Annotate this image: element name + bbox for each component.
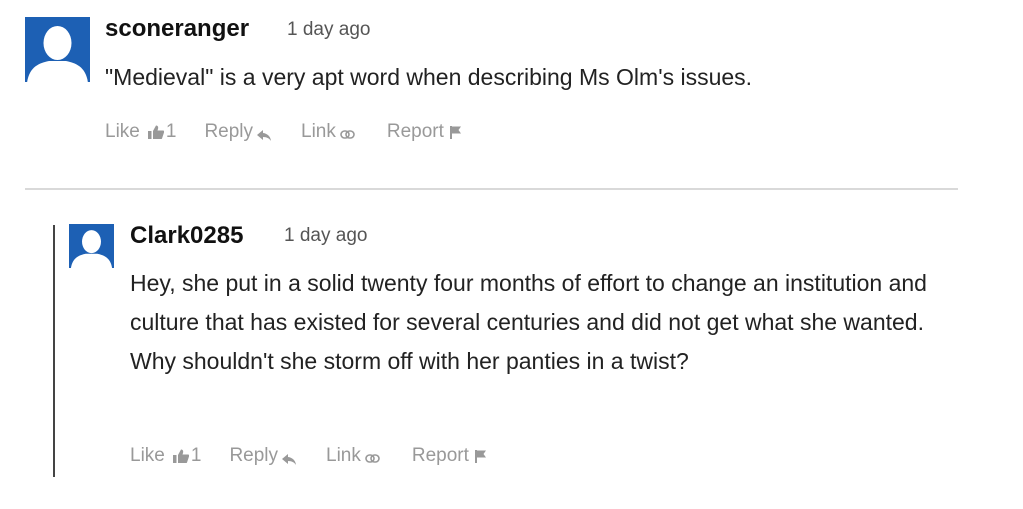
- link-button[interactable]: Link: [301, 121, 355, 143]
- comment-timestamp[interactable]: 1 day ago: [284, 225, 367, 247]
- like-label: Like: [105, 121, 140, 142]
- reply-button[interactable]: Reply: [229, 445, 297, 467]
- like-count: 1: [165, 121, 177, 142]
- comment-actions: Like 1 Reply Link Report: [130, 445, 486, 467]
- avatar[interactable]: [25, 17, 90, 82]
- link-button[interactable]: Link: [326, 445, 380, 467]
- comment-timestamp[interactable]: 1 day ago: [287, 19, 370, 41]
- thumbs-up-icon: [147, 125, 164, 139]
- reply-arrow-icon: [282, 453, 297, 465]
- report-button[interactable]: Report: [387, 121, 461, 143]
- chain-link-icon: [340, 129, 355, 139]
- reply-thread-line: [53, 225, 55, 477]
- comment-divider: [25, 188, 958, 190]
- report-label: Report: [411, 445, 469, 466]
- reply-label: Reply: [229, 445, 279, 466]
- avatar[interactable]: [69, 224, 114, 268]
- comment-author[interactable]: sconeranger: [105, 15, 249, 43]
- like-count: 1: [190, 445, 202, 466]
- comment-body: Hey, she put in a solid twenty four mont…: [130, 270, 927, 374]
- comment-author[interactable]: Clark0285: [130, 222, 243, 250]
- comment-actions: Like 1 Reply Link Report: [105, 121, 461, 143]
- chain-link-icon: [365, 453, 380, 463]
- link-label: Link: [301, 121, 336, 142]
- link-label: Link: [326, 445, 361, 466]
- thumbs-up-icon: [172, 449, 189, 463]
- reply-arrow-icon: [257, 129, 272, 141]
- report-button[interactable]: Report: [412, 445, 486, 467]
- user-silhouette-icon: [27, 26, 88, 82]
- reply-button[interactable]: Reply: [204, 121, 272, 143]
- flag-icon: [474, 449, 486, 463]
- flag-icon: [449, 125, 461, 139]
- user-silhouette-icon: [70, 230, 113, 268]
- comment-body: "Medieval" is a very apt word when descr…: [105, 64, 753, 90]
- report-label: Report: [386, 121, 444, 142]
- like-button[interactable]: Like 1: [130, 445, 201, 467]
- like-label: Like: [130, 445, 165, 466]
- like-button[interactable]: Like 1: [105, 121, 176, 143]
- reply-label: Reply: [204, 121, 254, 142]
